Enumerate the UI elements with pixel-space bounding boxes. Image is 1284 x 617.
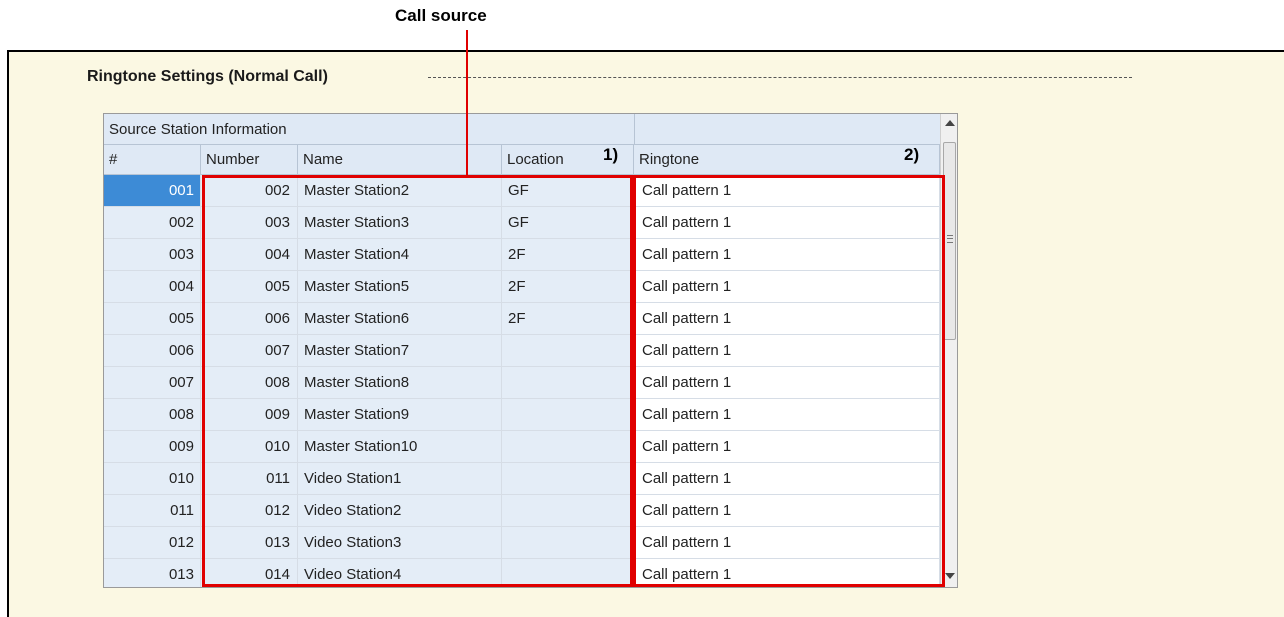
header-separator [634, 114, 635, 144]
column-header-ringtone[interactable]: Ringtone [634, 145, 940, 174]
callout-box-2 [633, 175, 945, 587]
call-source-callout-label: Call source [395, 6, 487, 25]
row-index-cell[interactable]: 005 [104, 303, 201, 334]
source-station-info-header: Source Station Information [109, 121, 287, 138]
scroll-up-arrow-icon[interactable] [945, 120, 955, 126]
row-index-cell[interactable]: 008 [104, 399, 201, 430]
row-index-cell[interactable]: 006 [104, 335, 201, 366]
scrollbar-grip-icon [947, 235, 953, 243]
row-index-cell[interactable]: 001 [104, 175, 201, 206]
scroll-down-arrow-icon[interactable] [945, 573, 955, 579]
callout-box-1 [202, 175, 633, 587]
row-index-cell[interactable]: 002 [104, 207, 201, 238]
row-index-cell[interactable]: 010 [104, 463, 201, 494]
column-header-name[interactable]: Name [298, 145, 502, 174]
section-title: Ringtone Settings (Normal Call) [87, 68, 328, 85]
row-index-cell[interactable]: 009 [104, 431, 201, 462]
column-header-index[interactable]: # [104, 145, 201, 174]
row-index-cell[interactable]: 007 [104, 367, 201, 398]
call-source-callout-line [466, 30, 468, 177]
row-index-cell[interactable]: 011 [104, 495, 201, 526]
row-index-cell[interactable]: 013 [104, 559, 201, 587]
row-index-cell[interactable]: 003 [104, 239, 201, 270]
table-group-header-row: Source Station Information [104, 114, 940, 145]
section-divider [428, 77, 1132, 78]
callout-marker-2: 2) [904, 145, 920, 164]
table-column-header-row: # Number Name Location Ringtone [104, 145, 940, 175]
row-index-cell[interactable]: 004 [104, 271, 201, 302]
row-index-cell[interactable]: 012 [104, 527, 201, 558]
column-header-number[interactable]: Number [201, 145, 298, 174]
callout-marker-1: 1) [603, 145, 619, 164]
